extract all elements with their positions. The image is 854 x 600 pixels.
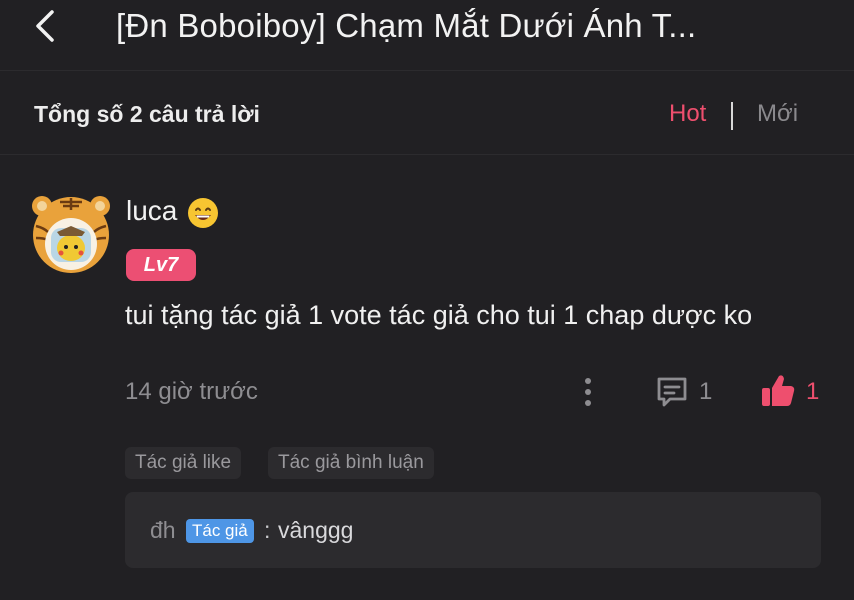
- author-commented-tag: Tác giả bình luận: [268, 447, 434, 479]
- like-button[interactable]: [760, 372, 830, 410]
- top-bar: [Đn Boboiboy] Chạm Mắt Dưới Ánh T...: [0, 0, 854, 71]
- sort-hot-tab[interactable]: Hot: [669, 100, 706, 128]
- more-options-icon[interactable]: [578, 376, 598, 408]
- author-badge: Tác giả: [186, 519, 254, 543]
- total-replies-label: Tổng số 2 câu trả lời: [34, 101, 260, 127]
- thumbs-up-icon: [762, 375, 795, 406]
- comment-bubble-icon: [657, 377, 687, 407]
- back-arrow-icon[interactable]: [30, 6, 64, 46]
- author-liked-tag: Tác giả like: [125, 447, 242, 479]
- level-badge: Lv7: [126, 249, 196, 281]
- reply-text: vânggg: [278, 517, 354, 543]
- sort-new-tab[interactable]: Mới: [757, 100, 798, 128]
- comment-timestamp: 14 giờ trước: [125, 378, 258, 405]
- sort-divider: [731, 102, 733, 130]
- reply-item[interactable]: đh Tác giả : vânggg: [125, 492, 821, 568]
- avatar[interactable]: [30, 192, 112, 274]
- page-title: [Đn Boboiboy] Chạm Mắt Dưới Ánh T...: [116, 7, 697, 44]
- username[interactable]: luca: [126, 195, 177, 227]
- comment-text: tui tặng tác giả 1 vote tác giả cho tui …: [125, 300, 753, 330]
- sort-bar: Tổng số 2 câu trả lời Hot Mới: [0, 71, 854, 155]
- reply-separator: :: [264, 517, 271, 543]
- reply-count: 1: [699, 378, 713, 405]
- grinning-emoji-icon: [188, 198, 218, 228]
- like-count: 1: [806, 378, 820, 405]
- reply-author[interactable]: đh: [150, 517, 176, 544]
